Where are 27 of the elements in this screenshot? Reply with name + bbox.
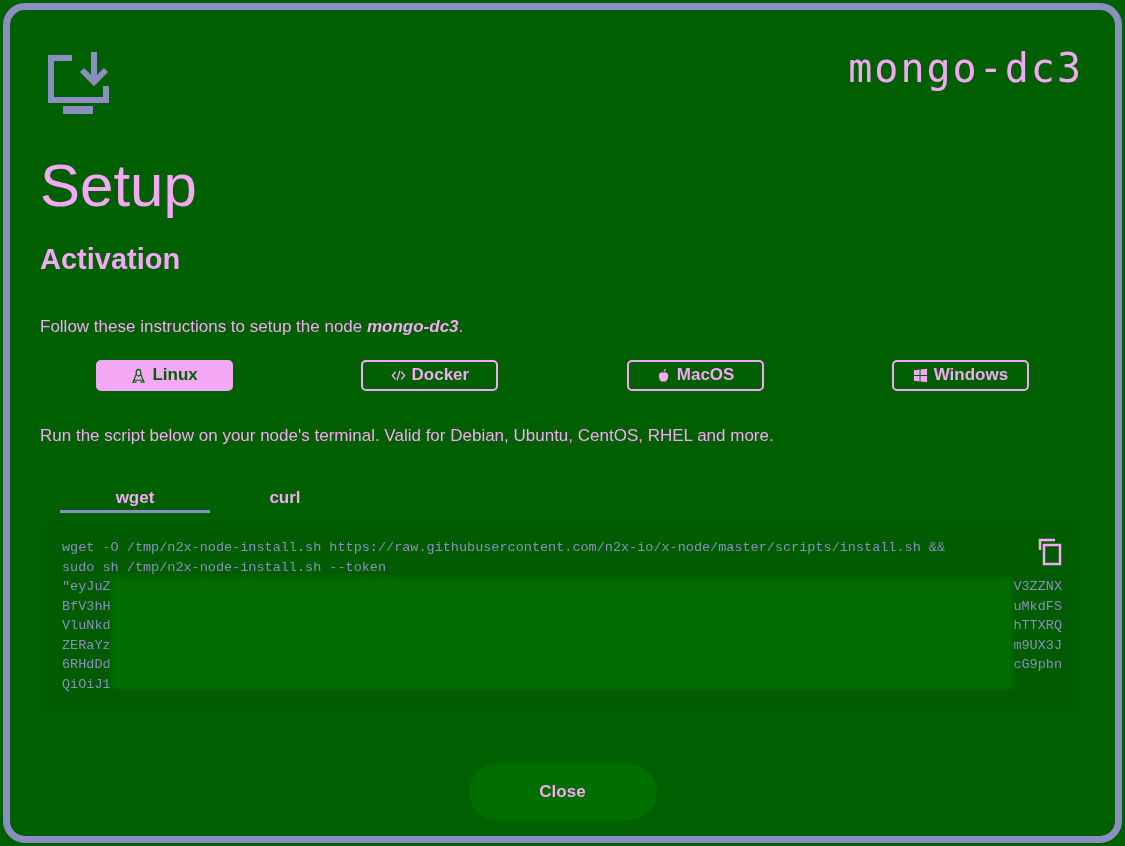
platform-button[interactable]: MacOS [626, 359, 764, 391]
code-line: sudo sh /tmp/n2x-node-install.sh --token [62, 558, 387, 577]
platform-button[interactable]: Linux [96, 359, 234, 391]
tab[interactable]: curl [210, 485, 360, 513]
token-text: BfV3hH [62, 597, 111, 616]
token-text: uMkdFS [1013, 597, 1062, 616]
token-text: 6RHdDd [62, 656, 111, 674]
close-button[interactable]: Close [468, 764, 657, 820]
token-text: "eyJuZ [62, 578, 111, 596]
platform-button[interactable]: Docker [361, 359, 499, 391]
token-text: V3ZZNX [1013, 578, 1062, 596]
intro-text: Follow these instructions to setup the node mongo-dc3. [40, 316, 464, 338]
platform-button[interactable]: Windows [891, 359, 1029, 391]
page-title: Setup [40, 156, 197, 216]
instructions-text: Run the script below on your node's terminal. Valid for Debian, Ubuntu, CentOS, RHEL and more. [40, 424, 774, 447]
token-text: cG9pbn [1013, 656, 1062, 674]
windows-icon [912, 367, 928, 383]
section-heading: Activation [40, 245, 181, 274]
token-text: VluNkd [62, 617, 111, 635]
token-text: hTTXRQ [1013, 617, 1062, 635]
penguin-icon [131, 367, 147, 383]
token-text: QiOiJ1 [62, 675, 111, 694]
code-line: wget -O /tmp/n2x-node-install.sh https://raw.githubusercontent.com/n2x-io/x-node/master/scripts/install.sh && [62, 539, 946, 557]
token-text: ZERaYz [62, 636, 111, 655]
token-text: m9UX3J [1013, 636, 1062, 655]
tab[interactable]: wget [60, 485, 210, 513]
copy-icon[interactable] [1038, 538, 1062, 566]
